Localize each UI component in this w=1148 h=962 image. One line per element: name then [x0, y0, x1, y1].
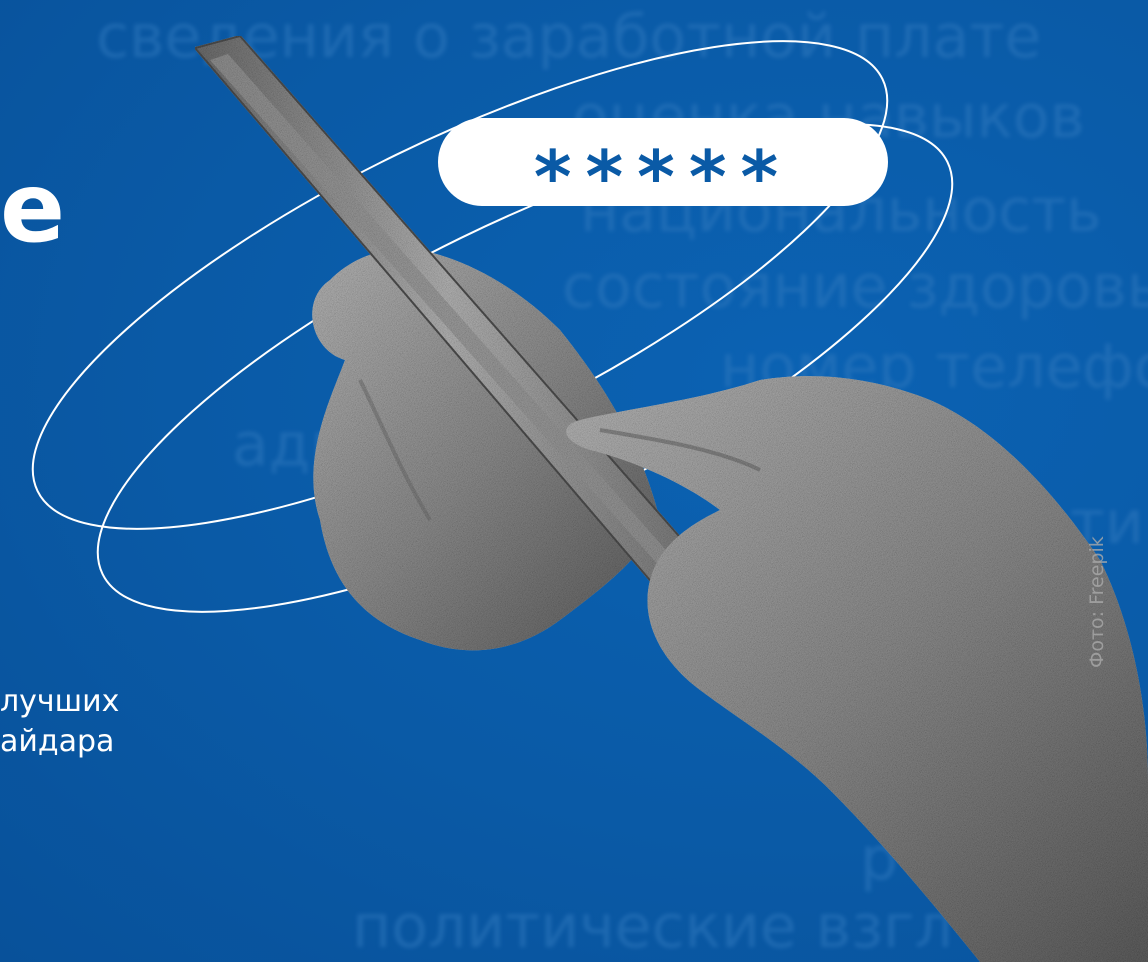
password-field-pill: ***** — [438, 118, 888, 213]
right-hand — [566, 376, 1148, 962]
password-mask: ***** — [533, 135, 793, 219]
poster: сведения о заработной плате оценка навык… — [0, 0, 1148, 962]
photo-credit: Фото: Freepik — [1086, 536, 1108, 668]
